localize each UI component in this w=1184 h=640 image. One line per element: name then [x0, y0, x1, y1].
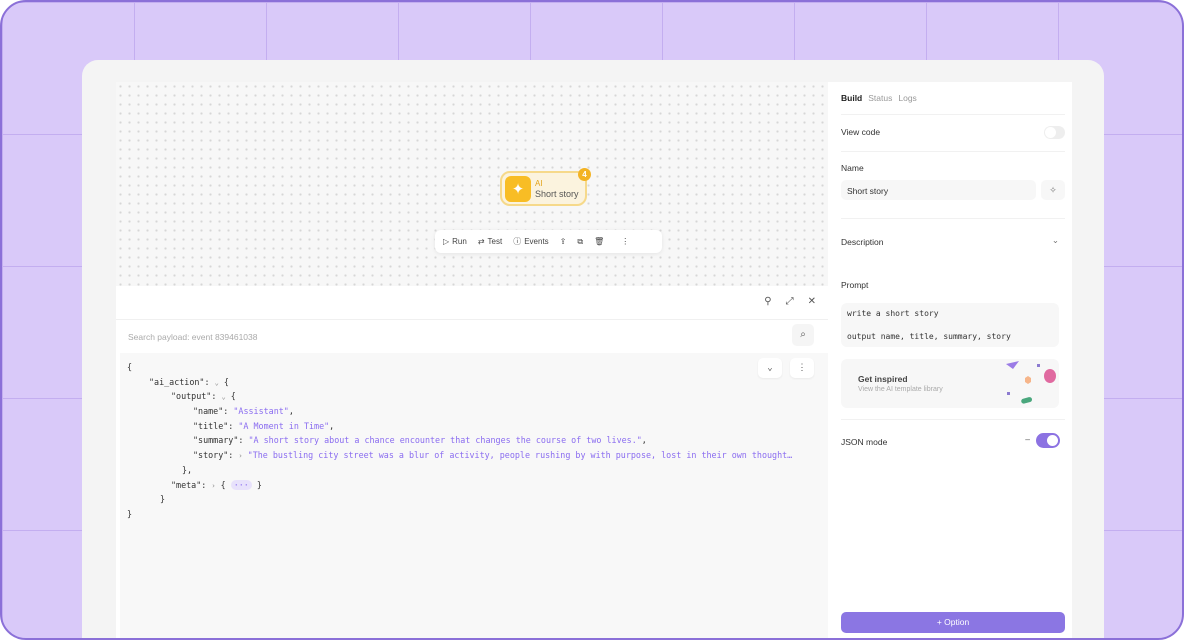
view-code-label: View code	[841, 127, 881, 137]
test-button[interactable]: ⇄ Test	[478, 237, 502, 246]
run-label: Run	[452, 237, 467, 246]
tab-logs[interactable]: Logs	[898, 93, 916, 103]
name-label: Name	[841, 163, 864, 173]
node-type: AI	[535, 178, 543, 188]
ai-node[interactable]: ✦ AI Short story	[500, 171, 587, 206]
chevron-right-icon[interactable]: ›	[211, 482, 215, 490]
json-value: "A short story about a chance encounter …	[248, 435, 642, 446]
inspired-subtitle: View the AI template library	[858, 386, 943, 393]
json-value: "Assistant"	[233, 406, 289, 417]
search-input[interactable]: Search payload: event 839461038	[116, 319, 828, 353]
events-label: Events	[524, 237, 549, 246]
view-code-toggle[interactable]	[1044, 126, 1065, 139]
run-button[interactable]: ▷ Run	[443, 237, 467, 246]
node-toolbar: ▷ Run ⇄ Test ⓘ Events ⇪ ⧉ 🗑 ⋮	[435, 230, 662, 253]
json-key: "title"	[193, 420, 229, 431]
collapsed-pill[interactable]: ···	[230, 479, 252, 490]
share-icon[interactable]: ⇪	[560, 237, 567, 246]
collapse-all-icon[interactable]: ⌄	[758, 358, 782, 378]
test-icon: ⇄	[477, 237, 485, 246]
pin-icon[interactable]: ⚲	[764, 296, 771, 307]
delete-icon[interactable]: 🗑	[594, 237, 604, 246]
prompt-line: write a short story	[847, 309, 939, 318]
tab-status[interactable]: Status	[868, 93, 892, 103]
add-option-button[interactable]: + Option	[841, 612, 1065, 633]
name-field[interactable]: Short story	[841, 180, 1036, 200]
sparkle-icon: ✦	[505, 175, 531, 202]
json-value: "The bustling city street was a blur of …	[247, 450, 793, 461]
prompt-line: output name, title, summary, story	[847, 332, 1011, 341]
info-icon: ⓘ	[513, 237, 522, 246]
properties-panel: Build Status Logs View code Name Short sto…	[828, 82, 1072, 638]
chevron-right-icon[interactable]: ›	[238, 452, 242, 460]
play-icon: ▷	[443, 237, 450, 246]
shapes-illustration	[1006, 361, 1056, 404]
json-key: "name"	[193, 406, 224, 417]
duplicate-icon[interactable]: ⧉	[577, 237, 583, 247]
json-viewer: ⌄ ⋮ { "ai_action": ⌄ { "output": ⌄ { "na…	[120, 353, 828, 638]
inspired-title: Get inspired	[858, 374, 908, 384]
magic-wand-icon[interactable]: ✧	[1041, 180, 1065, 200]
get-inspired-card[interactable]: Get inspired View the AI template librar…	[841, 359, 1059, 408]
chevron-down-icon[interactable]: ⌄	[221, 393, 225, 401]
more-icon[interactable]: ⋮	[621, 237, 629, 246]
json-key: "story"	[193, 450, 229, 461]
node-name: Short story	[535, 188, 579, 199]
prompt-field[interactable]: write a short story output name, title, s…	[841, 303, 1059, 347]
node-badge: 4	[578, 168, 591, 181]
json-key: "summary"	[193, 435, 239, 446]
more-icon[interactable]: ⋮	[790, 358, 814, 378]
expand-icon[interactable]: ⤢	[786, 296, 794, 307]
json-key: "output"	[171, 391, 212, 402]
tab-build[interactable]: Build	[841, 93, 862, 103]
prompt-label: Prompt	[841, 280, 869, 290]
json-value: "A Moment in Time"	[238, 420, 330, 431]
window-frame: ✦ AI Short story 4 ▷ Run ⇄ Test ⓘ Events ⇪ ⧉…	[0, 0, 1184, 640]
json-mode-toggle[interactable]	[1036, 433, 1060, 448]
chevron-down-icon[interactable]: ⌄	[215, 379, 219, 387]
chevron-down-icon[interactable]: ⌄	[841, 235, 1065, 246]
json-key: "meta"	[171, 479, 202, 490]
minus-icon: –	[1025, 434, 1030, 444]
test-label: Test	[487, 237, 503, 246]
search-icon[interactable]: ⌕	[792, 324, 814, 346]
json-key: "ai_action"	[149, 376, 205, 387]
events-button[interactable]: ⓘ Events	[513, 236, 548, 247]
payload-panel: ⚲ ⤢ ✕ Search payload: event 839461038 ⌕ ⌄ …	[116, 286, 828, 638]
workflow-canvas[interactable]	[116, 82, 828, 286]
close-icon[interactable]: ✕	[808, 296, 816, 307]
